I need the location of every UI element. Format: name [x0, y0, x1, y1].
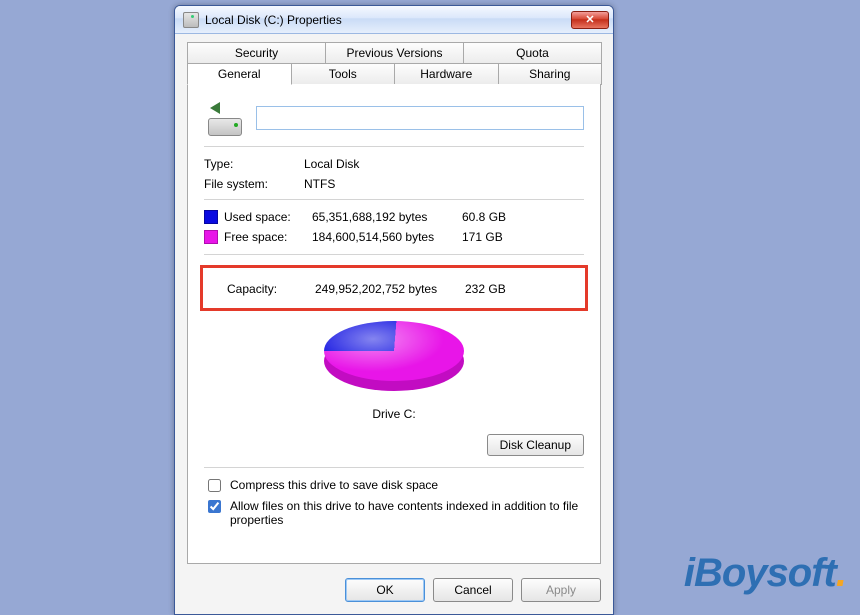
pie-chart [204, 321, 584, 401]
drive-icon [183, 12, 199, 28]
disk-cleanup-button[interactable]: Disk Cleanup [487, 434, 584, 456]
tab-general[interactable]: General [187, 63, 292, 85]
used-bytes: 65,351,688,192 bytes [312, 210, 462, 224]
tabs-row-1: Security Previous Versions Quota [187, 42, 601, 64]
tab-hardware[interactable]: Hardware [394, 63, 499, 85]
drive-label: Drive C: [204, 407, 584, 421]
drive-name-input[interactable] [256, 106, 584, 130]
used-human: 60.8 GB [462, 210, 522, 224]
header-row [204, 100, 584, 136]
info-grid: Type: Local Disk File system: NTFS [204, 157, 584, 191]
tab-previous-versions[interactable]: Previous Versions [325, 42, 464, 64]
tab-sharing[interactable]: Sharing [498, 63, 603, 85]
cancel-button[interactable]: Cancel [433, 578, 513, 602]
capacity-label: Capacity: [227, 282, 315, 296]
tab-security[interactable]: Security [187, 42, 326, 64]
separator [204, 146, 584, 147]
used-swatch [204, 210, 218, 224]
type-value: Local Disk [304, 157, 584, 171]
type-label: Type: [204, 157, 304, 171]
dialog-content: Security Previous Versions Quota General… [175, 34, 613, 570]
capacity-human: 232 GB [465, 282, 525, 296]
properties-dialog: Local Disk (C:) Properties ✕ Security Pr… [174, 5, 614, 615]
drive-large-icon [204, 100, 246, 136]
free-human: 171 GB [462, 230, 522, 244]
watermark: iBoysoft. [684, 551, 846, 596]
tab-tools[interactable]: Tools [291, 63, 396, 85]
capacity-bytes: 249,952,202,752 bytes [315, 282, 465, 296]
ok-button[interactable]: OK [345, 578, 425, 602]
close-icon: ✕ [585, 13, 594, 26]
titlebar[interactable]: Local Disk (C:) Properties ✕ [175, 6, 613, 34]
close-button[interactable]: ✕ [571, 11, 609, 29]
tabs-row-2: General Tools Hardware Sharing [187, 63, 601, 85]
separator [204, 467, 584, 468]
fs-value: NTFS [304, 177, 584, 191]
apply-button[interactable]: Apply [521, 578, 601, 602]
free-bytes: 184,600,514,560 bytes [312, 230, 462, 244]
index-row[interactable]: Allow files on this drive to have conten… [204, 499, 584, 527]
free-label: Free space: [224, 230, 312, 244]
capacity-row: Capacity: 249,952,202,752 bytes 232 GB [203, 276, 585, 302]
tab-quota[interactable]: Quota [463, 42, 602, 64]
window-title: Local Disk (C:) Properties [205, 13, 571, 27]
dialog-buttons: OK Cancel Apply [175, 570, 613, 614]
fs-label: File system: [204, 177, 304, 191]
general-panel: Type: Local Disk File system: NTFS Used … [187, 84, 601, 564]
free-swatch [204, 230, 218, 244]
space-grid: Used space: 65,351,688,192 bytes 60.8 GB… [204, 210, 584, 244]
separator [204, 199, 584, 200]
compress-row[interactable]: Compress this drive to save disk space [204, 478, 584, 495]
compress-checkbox[interactable] [208, 479, 221, 492]
capacity-highlight: Capacity: 249,952,202,752 bytes 232 GB [200, 265, 588, 311]
compress-label: Compress this drive to save disk space [230, 478, 438, 492]
index-label: Allow files on this drive to have conten… [230, 499, 584, 527]
index-checkbox[interactable] [208, 500, 221, 513]
separator [204, 254, 584, 255]
used-label: Used space: [224, 210, 312, 224]
